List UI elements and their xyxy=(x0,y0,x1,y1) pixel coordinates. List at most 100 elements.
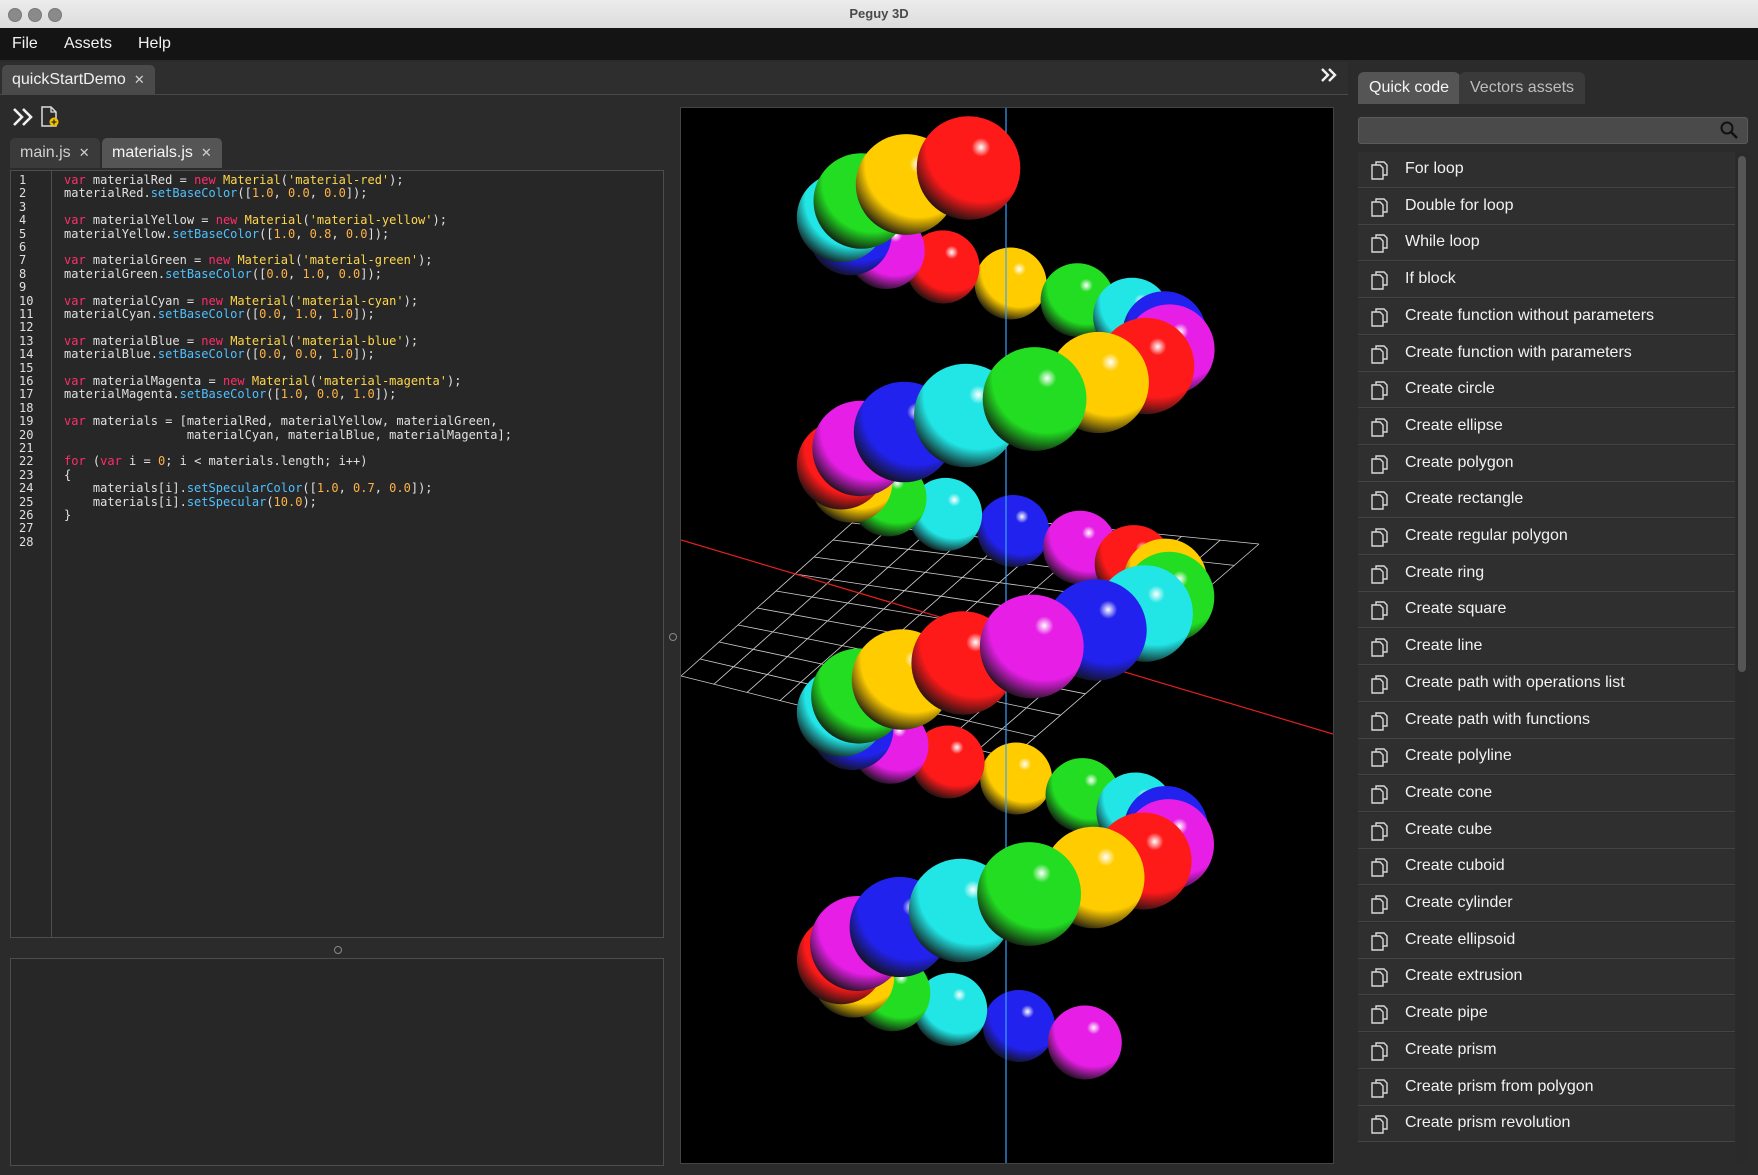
quick-code-item[interactable]: Create extrusion xyxy=(1358,959,1735,996)
sphere xyxy=(982,990,1055,1062)
quick-code-item[interactable]: Create regular polygon xyxy=(1358,519,1735,555)
quick-code-item-label: If block xyxy=(1405,270,1456,288)
quick-code-item[interactable]: Create pipe xyxy=(1358,996,1735,1033)
right-panel-tabs: Quick code Vectors assets xyxy=(1358,72,1748,104)
quick-code-item[interactable]: Create square xyxy=(1358,592,1735,629)
quick-code-item-label: Create polygon xyxy=(1405,453,1514,471)
quick-code-item[interactable]: For loop xyxy=(1358,152,1735,188)
quick-code-item-label: Create pipe xyxy=(1405,1004,1488,1022)
quick-code-item[interactable]: Create rectangle xyxy=(1358,482,1735,519)
copy-icon xyxy=(1370,785,1390,810)
double-chevron-right-icon[interactable] xyxy=(1320,66,1338,89)
quick-code-item-label: Create path with functions xyxy=(1405,710,1590,728)
quick-code-item[interactable]: Create function with parameters xyxy=(1358,335,1735,372)
sphere xyxy=(977,842,1081,946)
quick-code-item-label: Create extrusion xyxy=(1405,967,1523,985)
quick-code-item-label: Create line xyxy=(1405,637,1483,655)
quick-code-item[interactable]: If block xyxy=(1358,262,1735,299)
quick-code-item[interactable]: Create cuboid xyxy=(1358,849,1735,886)
3d-scene xyxy=(681,108,1333,1163)
title-bar: Peguy 3D xyxy=(0,0,1758,29)
tab-quick-code[interactable]: Quick code xyxy=(1358,72,1461,104)
quick-code-item[interactable]: Create ellipsoid xyxy=(1358,922,1735,959)
copy-icon xyxy=(1370,821,1390,847)
copy-icon xyxy=(1370,711,1390,737)
quick-code-item[interactable]: Create cube xyxy=(1358,812,1735,849)
quick-code-item[interactable]: Create circle xyxy=(1358,372,1735,409)
tab-vectors-assets[interactable]: Vectors assets xyxy=(1459,72,1586,104)
copy-icon xyxy=(1370,271,1390,296)
quick-code-item-label: Create function without parameters xyxy=(1405,306,1655,324)
quick-code-item[interactable]: Create line xyxy=(1358,629,1735,666)
quick-code-item-label: Create polyline xyxy=(1405,747,1512,765)
menu-help[interactable]: Help xyxy=(138,35,171,53)
sphere xyxy=(979,594,1084,699)
new-file-icon[interactable] xyxy=(40,106,60,133)
copy-icon xyxy=(1370,601,1390,626)
quick-code-item[interactable]: Create polygon xyxy=(1358,445,1735,482)
copy-icon xyxy=(1370,161,1390,186)
quick-code-item-label: While loop xyxy=(1405,233,1480,251)
quick-code-item[interactable]: Create polyline xyxy=(1358,739,1735,776)
file-tab-bar: main.js ✕ materials.js ✕ xyxy=(10,138,664,170)
code-line: 28 xyxy=(11,535,661,550)
close-tab-icon[interactable]: ✕ xyxy=(201,145,212,160)
tab-label: materials.js xyxy=(112,144,193,161)
quick-code-item[interactable]: Create prism from polygon xyxy=(1358,1069,1735,1106)
quick-code-item-label: Create rectangle xyxy=(1405,490,1524,508)
copy-icon xyxy=(1370,1115,1390,1140)
quick-code-item[interactable]: Create prism xyxy=(1358,1032,1735,1069)
copy-icon xyxy=(1370,931,1390,957)
tab-quickstartdemo[interactable]: quickStartDemo ✕ xyxy=(2,65,155,94)
quick-code-item[interactable]: Create prism revolution xyxy=(1358,1106,1735,1143)
copy-icon xyxy=(1370,528,1390,553)
copy-icon xyxy=(1370,895,1390,920)
copy-icon xyxy=(1370,1005,1390,1030)
menu-assets[interactable]: Assets xyxy=(64,35,112,53)
vertical-splitter-handle[interactable] xyxy=(669,633,677,641)
quick-code-item-label: Create regular polygon xyxy=(1405,527,1568,544)
quick-code-item[interactable]: While loop xyxy=(1358,225,1735,262)
quick-code-item-label: Create circle xyxy=(1405,380,1495,398)
quick-code-item[interactable]: Create cylinder xyxy=(1358,886,1735,922)
quick-code-item-label: Create ring xyxy=(1405,563,1485,581)
quick-code-item[interactable]: Create ellipse xyxy=(1358,408,1735,445)
quick-code-item-label: Create ellipsoid xyxy=(1405,930,1516,948)
quick-code-item-label: Create path with operations list xyxy=(1405,673,1625,691)
3d-viewport[interactable] xyxy=(680,107,1334,1164)
copy-icon xyxy=(1370,381,1390,406)
quick-code-item-label: Create cylinder xyxy=(1405,894,1513,911)
close-tab-icon[interactable]: ✕ xyxy=(79,145,90,160)
sphere xyxy=(977,495,1050,567)
close-tab-icon[interactable]: ✕ xyxy=(134,72,145,87)
code-editor[interactable]: 1 var materialRed = new Material('materia… xyxy=(10,170,664,938)
quick-code-item[interactable]: Create function without parameters xyxy=(1358,298,1735,335)
quick-code-item-label: Create prism from polygon xyxy=(1405,1077,1594,1095)
quick-code-item-label: Double for loop xyxy=(1405,196,1514,214)
copy-icon xyxy=(1370,675,1390,700)
copy-icon xyxy=(1370,564,1390,590)
sphere xyxy=(980,742,1053,815)
quick-code-item-label: Create cuboid xyxy=(1405,857,1505,875)
quick-code-item[interactable]: Double for loop xyxy=(1358,188,1735,225)
quick-code-item-label: Create ellipse xyxy=(1405,416,1503,434)
tab-label: main.js xyxy=(20,144,71,161)
quick-code-item[interactable]: Create ring xyxy=(1358,555,1735,592)
quick-code-item-label: Create cone xyxy=(1405,783,1493,801)
magnifier-icon[interactable] xyxy=(1719,120,1739,145)
copy-icon xyxy=(1370,491,1390,516)
menu-file[interactable]: File xyxy=(12,35,38,53)
console-output[interactable] xyxy=(10,958,664,1166)
line-number: 28 xyxy=(19,534,34,549)
horizontal-splitter-handle[interactable] xyxy=(334,946,342,954)
quick-code-search-input[interactable] xyxy=(1358,117,1748,144)
quick-code-item[interactable]: Create cone xyxy=(1358,775,1735,812)
tab-materials-js[interactable]: materials.js ✕ xyxy=(102,138,222,168)
document-tab-bar: quickStartDemo ✕ xyxy=(0,62,1348,95)
tab-main-js[interactable]: main.js ✕ xyxy=(10,138,100,168)
run-icon[interactable] xyxy=(12,107,34,132)
quick-code-item[interactable]: Create path with functions xyxy=(1358,702,1735,739)
copy-icon xyxy=(1370,858,1390,883)
scrollbar-thumb[interactable] xyxy=(1738,156,1746,672)
quick-code-item[interactable]: Create path with operations list xyxy=(1358,665,1735,702)
